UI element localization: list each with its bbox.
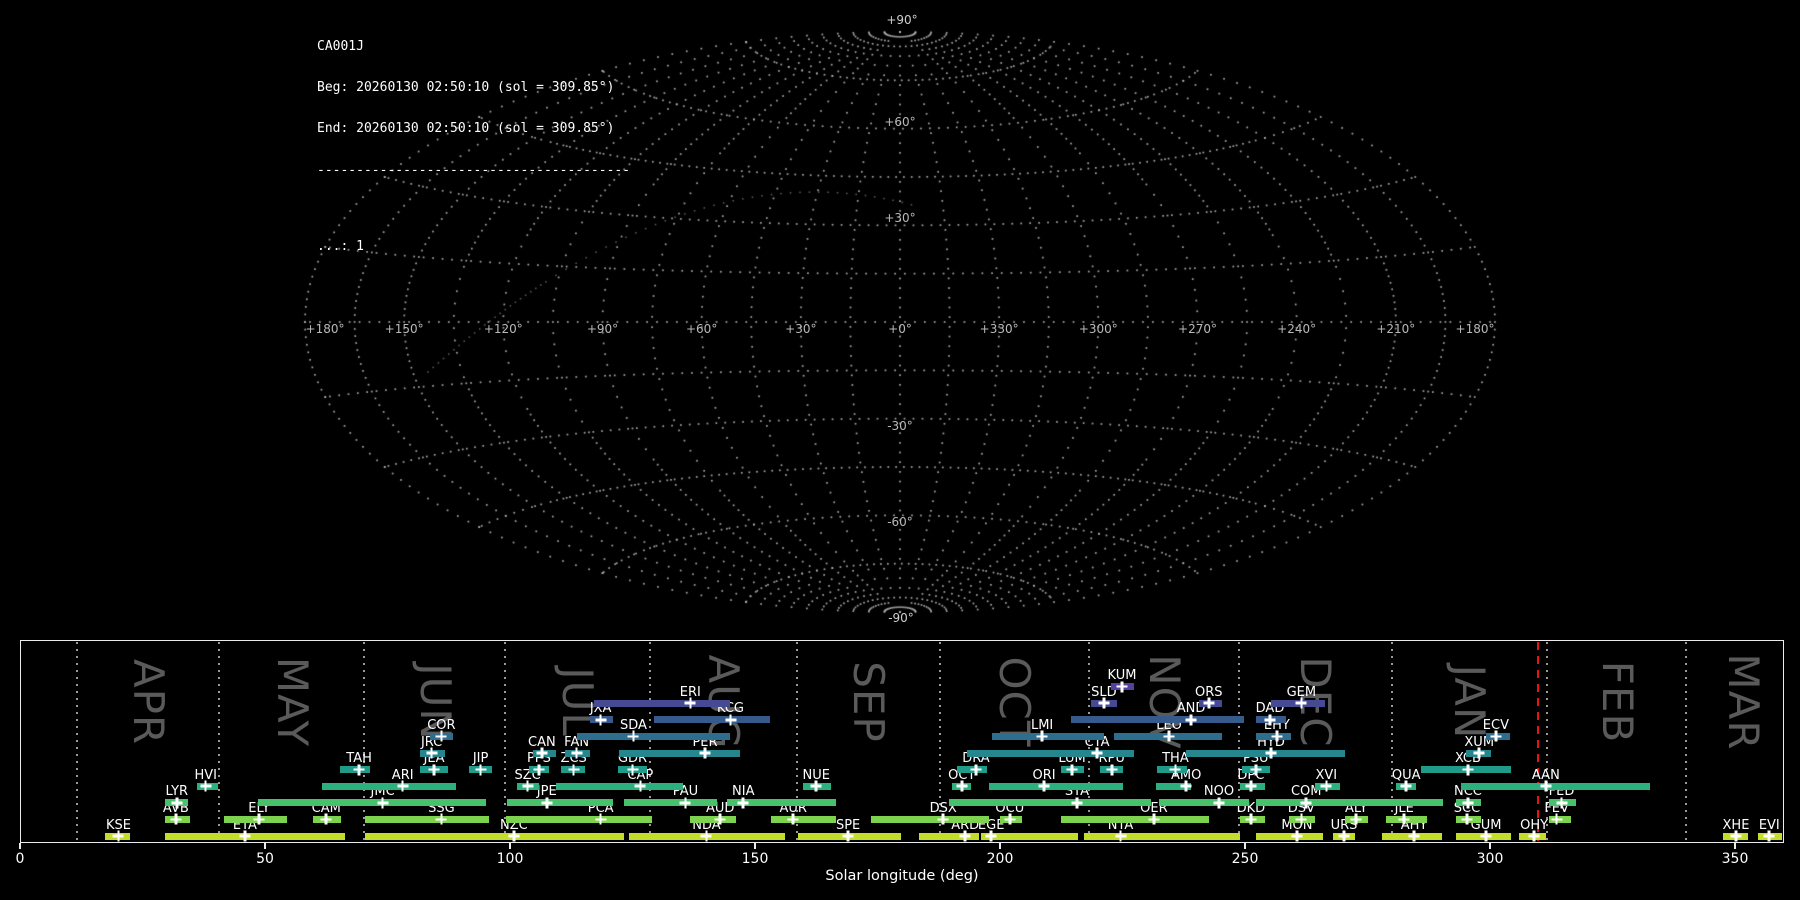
equator-longitude-label: +60° bbox=[685, 322, 718, 336]
x-axis-title: Solar longitude (deg) bbox=[825, 868, 979, 884]
parallel-latitude-label: -60° bbox=[887, 515, 913, 530]
x-axis-tick bbox=[19, 843, 21, 849]
equator-longitude-label: +0° bbox=[888, 322, 912, 336]
info-block: CA001J Beg: 20260130 02:50:10 (sol = 309… bbox=[317, 12, 630, 281]
station-id: CA001J bbox=[317, 38, 364, 54]
x-axis-tick bbox=[509, 843, 511, 849]
x-axis-tick-label: 250 bbox=[1231, 851, 1259, 867]
x-axis-tick bbox=[999, 843, 1001, 849]
x-axis-tick bbox=[264, 843, 266, 849]
x-axis-tick-label: 150 bbox=[741, 851, 769, 867]
equator-longitude-label: +330° bbox=[979, 322, 1019, 336]
equator-longitude-label: +120° bbox=[483, 322, 523, 336]
parallel-latitude-label: +60° bbox=[884, 114, 916, 129]
parallel-latitude-label: -30° bbox=[887, 418, 913, 433]
equator-longitude-label: +180° bbox=[305, 322, 345, 336]
count-line: ...: 1 bbox=[317, 238, 364, 254]
equator-longitude-label: +210° bbox=[1376, 322, 1416, 336]
end-time-line: End: 20260130 02:50:10 (sol = 309.85°) bbox=[317, 121, 615, 137]
equator-longitude-label: +90° bbox=[586, 322, 619, 336]
equator-longitude-label: +150° bbox=[384, 322, 424, 336]
x-axis-tick bbox=[754, 843, 756, 849]
x-axis-tick bbox=[1244, 843, 1246, 849]
x-axis-tick-label: 300 bbox=[1476, 851, 1504, 867]
x-axis-tick-label: 100 bbox=[496, 851, 524, 867]
south-pole-label: -90° bbox=[888, 611, 914, 625]
begin-time-line: Beg: 20260130 02:50:10 (sol = 309.85°) bbox=[317, 79, 615, 95]
timeline-panel-border bbox=[20, 640, 1784, 843]
equator-longitude-label: +300° bbox=[1078, 322, 1118, 336]
equator-longitude-label: +270° bbox=[1178, 322, 1217, 336]
x-axis-tick-label: 200 bbox=[986, 851, 1014, 867]
x-axis-tick-label: 0 bbox=[15, 851, 25, 867]
north-pole-label: +90° bbox=[886, 13, 918, 27]
x-axis-tick bbox=[1489, 843, 1491, 849]
sky-map-canvas bbox=[0, 0, 1800, 632]
x-axis-tick-label: 50 bbox=[256, 851, 274, 867]
meteor-shower-activity-screen: +180° +150° +120° +90° +60° +30° +0° +330° +300°… bbox=[0, 0, 1800, 900]
equator-longitude-label: +180° bbox=[1455, 322, 1495, 336]
equator-longitude-label: +240° bbox=[1277, 322, 1317, 336]
x-axis-tick-label: 350 bbox=[1721, 851, 1749, 867]
x-axis-tick bbox=[1734, 843, 1736, 849]
equator-longitude-label: +30° bbox=[785, 322, 817, 336]
separator-line: ---------------------------------------- bbox=[317, 162, 631, 178]
parallel-latitude-label: +30° bbox=[884, 211, 916, 226]
